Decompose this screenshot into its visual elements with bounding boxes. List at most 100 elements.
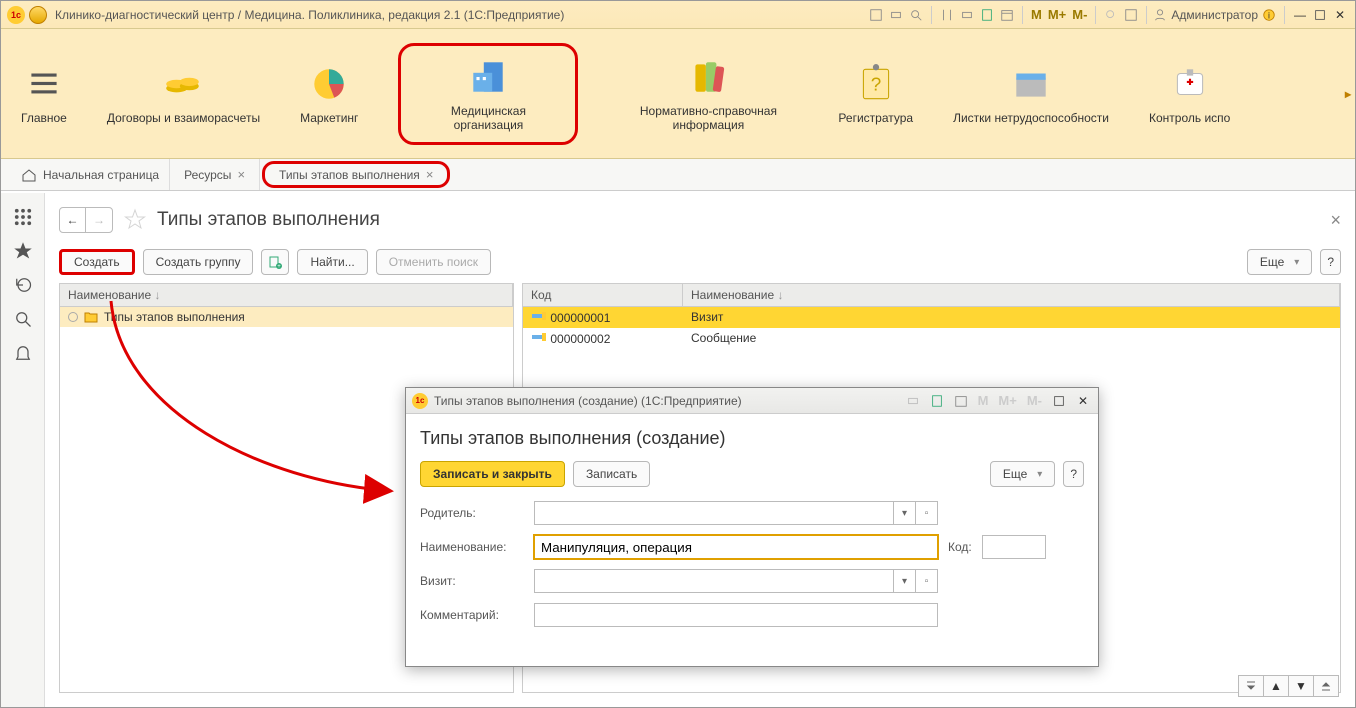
dropdown-icon[interactable]: ▾ (893, 570, 915, 592)
compare-icon[interactable] (938, 6, 956, 24)
panel-icon[interactable] (1122, 6, 1140, 24)
save-button[interactable]: Записать (573, 461, 650, 487)
main-titlebar: 1c Клинико-диагностический центр / Медиц… (1, 1, 1355, 29)
tab-label: Начальная страница (43, 168, 159, 182)
info-icon[interactable]: i (1260, 6, 1278, 24)
parent-field[interactable]: ▾ ▫ (534, 501, 938, 525)
nav-control[interactable]: Контроль испо (1149, 63, 1230, 125)
tab-close-icon[interactable]: × (426, 167, 434, 182)
grid-col-name[interactable]: Наименование (683, 284, 1340, 306)
user-name: Администратор (1171, 8, 1258, 22)
close-icon[interactable]: ✕ (1331, 6, 1349, 24)
close-icon[interactable]: ✕ (1074, 392, 1092, 410)
main-menu-dropdown[interactable] (29, 6, 47, 24)
nav-down[interactable]: ▼ (1288, 675, 1314, 697)
create-button[interactable]: Создать (59, 249, 135, 275)
star-icon[interactable] (13, 241, 33, 261)
print2-icon[interactable] (958, 6, 976, 24)
back-button[interactable]: ← (60, 208, 86, 232)
comment-label: Комментарий: (420, 608, 524, 622)
forward-button[interactable]: → (86, 208, 112, 232)
divider (1146, 6, 1147, 24)
grid-row[interactable]: 000000001 Визит (523, 307, 1340, 328)
main-nav: Главное Договоры и взаиморасчеты Маркети… (1, 29, 1355, 159)
nav-up[interactable]: ▲ (1263, 675, 1289, 697)
nav-med-org[interactable]: Медицинская организация (398, 43, 578, 145)
print-icon[interactable] (904, 392, 922, 410)
visit-input[interactable] (535, 570, 893, 592)
close-page-icon[interactable]: × (1330, 210, 1341, 231)
tab-close-icon[interactable]: × (237, 167, 245, 182)
calculator-icon[interactable] (928, 392, 946, 410)
nav-back-forward: ← → (59, 207, 113, 233)
cell-name: Визит (683, 310, 731, 325)
nav-reference[interactable]: Нормативно-справочная информация (618, 56, 798, 132)
nav-registry[interactable]: ? Регистратура (838, 63, 913, 125)
maximize-icon[interactable] (1311, 6, 1329, 24)
tree-item-label: Типы этапов выполнения (104, 310, 245, 324)
search-icon[interactable] (13, 309, 33, 329)
m-minus-icon: M- (1025, 393, 1044, 408)
user-label[interactable]: Администратор (1153, 8, 1258, 22)
tree-col-name[interactable]: Наименование (60, 284, 513, 306)
history-icon[interactable] (13, 275, 33, 295)
nav-main[interactable]: Главное (21, 63, 67, 125)
tab-stage-types[interactable]: Типы этапов выполнения × (262, 161, 450, 188)
dropdown-icon[interactable]: ▾ (893, 502, 915, 524)
divider (1022, 6, 1023, 24)
item-icon (531, 310, 547, 322)
m-plus-icon[interactable]: M+ (1046, 7, 1068, 22)
tree-root-item[interactable]: Типы этапов выполнения (60, 307, 513, 327)
nav-sick-leave[interactable]: Листки нетрудоспособности (953, 63, 1109, 125)
tab-resources[interactable]: Ресурсы × (170, 159, 260, 190)
name-input[interactable] (534, 535, 938, 559)
visit-field[interactable]: ▾ ▫ (534, 569, 938, 593)
nav-marketing[interactable]: Маркетинг (300, 63, 358, 125)
nav-bottom[interactable] (1313, 675, 1339, 697)
more-button[interactable]: Еще (1247, 249, 1312, 275)
create-group-button[interactable]: Создать группу (143, 249, 254, 275)
create-copy-button[interactable]: + (261, 249, 289, 275)
m-minus-icon[interactable]: M- (1070, 7, 1089, 22)
save-icon[interactable] (867, 6, 885, 24)
tab-home[interactable]: Начальная страница (11, 159, 170, 190)
calendar-icon[interactable] (998, 6, 1016, 24)
help-button[interactable]: ? (1320, 249, 1341, 275)
preview-icon[interactable] (907, 6, 925, 24)
left-sidebar (1, 193, 45, 707)
visit-label: Визит: (420, 574, 524, 588)
calendar-icon[interactable] (952, 392, 970, 410)
code-input[interactable] (982, 535, 1046, 559)
dialog-help-button[interactable]: ? (1063, 461, 1084, 487)
dialog-titlebar: 1c Типы этапов выполнения (создание) (1С… (406, 388, 1098, 414)
favorite-icon[interactable] (123, 208, 147, 232)
minimize-icon[interactable]: — (1291, 6, 1309, 24)
code-label: Код: (948, 540, 972, 554)
nav-label: Нормативно-справочная информация (618, 104, 798, 132)
open-icon[interactable]: ▫ (915, 502, 937, 524)
parent-label: Родитель: (420, 506, 524, 520)
cell-code: 000000001 (550, 311, 610, 325)
svg-text:?: ? (870, 74, 881, 95)
calculator-icon[interactable] (978, 6, 996, 24)
tab-label: Ресурсы (184, 168, 231, 182)
apps-icon[interactable] (13, 207, 33, 227)
grid-col-code[interactable]: Код (523, 284, 683, 306)
nav-scroll-right[interactable]: ▸ (1345, 87, 1351, 101)
m-icon[interactable]: M (1029, 7, 1044, 22)
open-icon[interactable]: ▫ (915, 570, 937, 592)
parent-input[interactable] (535, 502, 893, 524)
comment-input[interactable] (534, 603, 938, 627)
save-close-button[interactable]: Записать и закрыть (420, 461, 565, 487)
find-button[interactable]: Найти... (297, 249, 367, 275)
maximize-icon[interactable] (1050, 392, 1068, 410)
print-icon[interactable] (887, 6, 905, 24)
nav-top[interactable] (1238, 675, 1264, 697)
svg-text:+: + (278, 264, 282, 269)
zoom-icon[interactable] (1102, 6, 1120, 24)
nav-contracts[interactable]: Договоры и взаиморасчеты (107, 63, 260, 125)
m-icon: M (976, 393, 991, 408)
dialog-more-button[interactable]: Еще (990, 461, 1055, 487)
bell-icon[interactable] (13, 343, 33, 363)
grid-row[interactable]: 000000002 Сообщение (523, 328, 1340, 349)
